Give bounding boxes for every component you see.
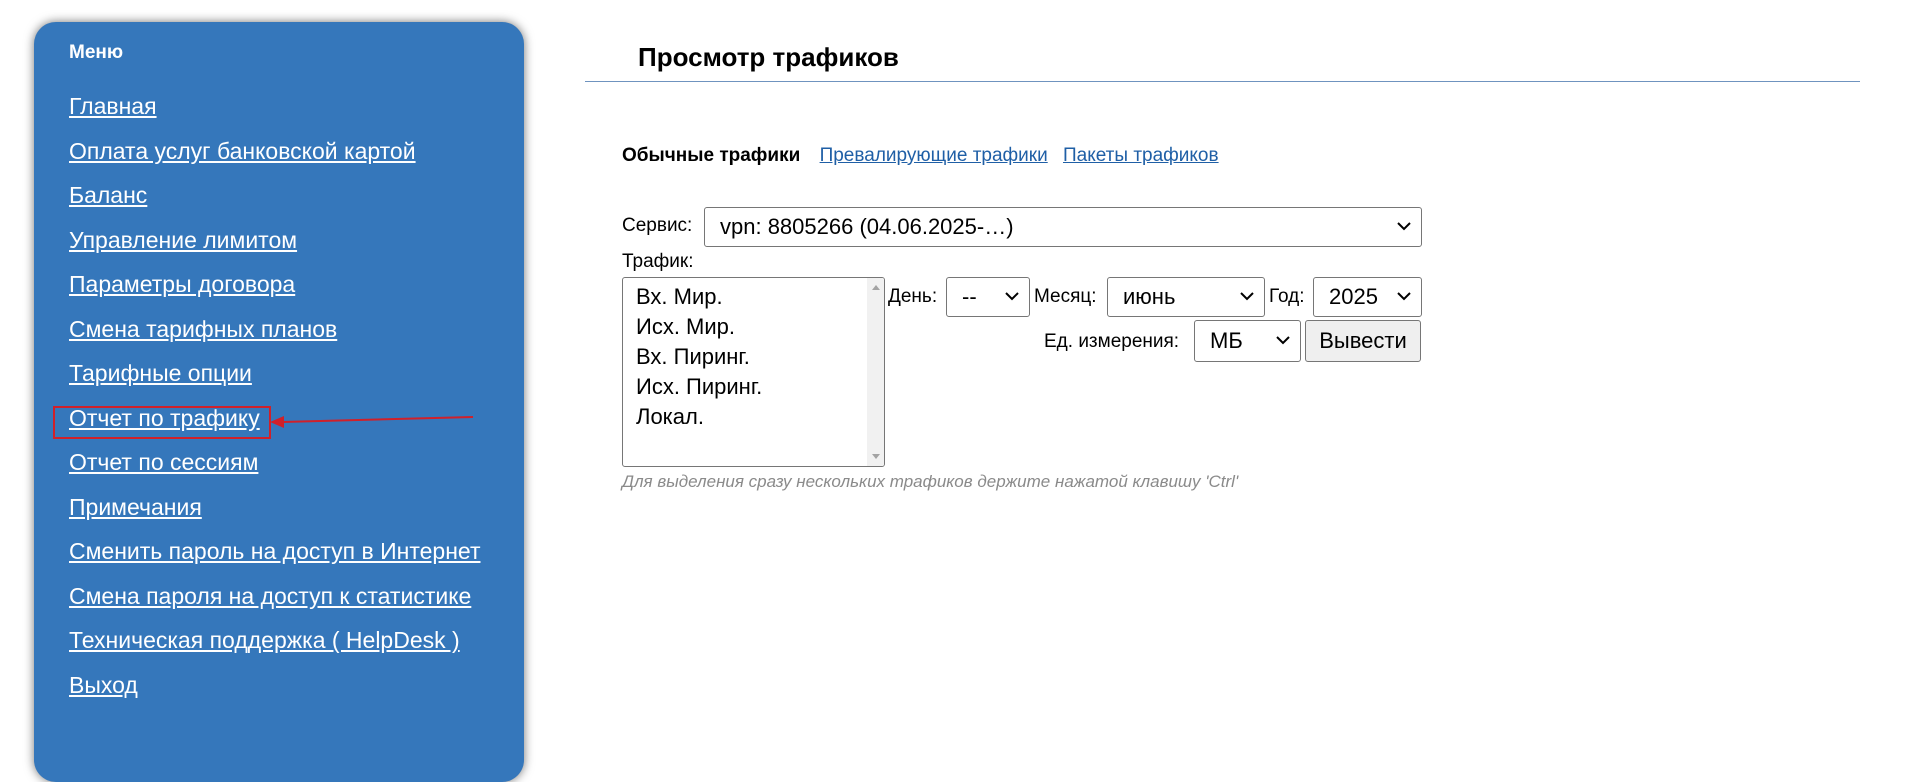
traffic-option[interactable]: Вх. Пиринг. [636, 342, 762, 372]
listbox-scrollbar[interactable] [867, 278, 884, 466]
traffic-option[interactable]: Локал. [636, 402, 762, 432]
chevron-down-icon [1397, 222, 1411, 231]
sidebar-item-balance[interactable]: Баланс [69, 182, 147, 208]
sidebar-item-internet-password[interactable]: Сменить пароль на доступ в Интернет [69, 538, 480, 564]
sidebar-item-card-payment[interactable]: Оплата услуг банковской картой [69, 138, 416, 164]
year-select-value: 2025 [1329, 284, 1378, 309]
traffic-option[interactable]: Исх. Пиринг. [636, 372, 762, 402]
year-select[interactable]: 2025 [1313, 277, 1422, 317]
sidebar-item-tariff-options[interactable]: Тарифные опции [69, 360, 252, 386]
sidebar-item-limit-management[interactable]: Управление лимитом [69, 227, 297, 253]
chevron-down-icon [1276, 336, 1290, 345]
sidebar-item-notes[interactable]: Примечания [69, 494, 202, 520]
multi-select-hint: Для выделения сразу нескольких трафиков … [622, 472, 1239, 491]
unit-label: Ед. измерения: [1044, 331, 1180, 352]
traffic-label: Трафик: [622, 251, 694, 272]
annotation-highlight-box [53, 406, 271, 439]
tab-regular-traffic: Обычные трафики [622, 145, 801, 166]
chevron-down-icon [1240, 292, 1254, 301]
sidebar-title: Меню [69, 42, 124, 63]
service-select[interactable]: vpn: 8805266 (04.06.2025-…) [704, 207, 1422, 247]
day-select[interactable]: -- [946, 277, 1030, 317]
unit-select-value: МБ [1210, 328, 1243, 353]
sidebar-menu: Меню Главная Оплата услуг банковской кар… [34, 22, 524, 782]
page-title: Просмотр трафиков [638, 42, 899, 72]
sidebar-item-stats-password[interactable]: Смена пароля на доступ к статистике [69, 583, 471, 609]
tab-traffic-packages[interactable]: Пакеты трафиков [1063, 145, 1219, 166]
submit-button[interactable]: Вывести [1305, 320, 1421, 362]
traffic-option[interactable]: Исх. Мир. [636, 312, 762, 342]
month-select-value: июнь [1123, 284, 1176, 309]
sidebar-item-session-report[interactable]: Отчет по сессиям [69, 449, 258, 475]
day-label: День: [888, 286, 938, 307]
day-select-value: -- [962, 284, 977, 309]
sidebar-item-tariff-change[interactable]: Смена тарифных планов [69, 316, 337, 342]
sidebar-item-contract-params[interactable]: Параметры договора [69, 271, 295, 297]
tab-prevailing-traffic[interactable]: Превалирующие трафики [820, 145, 1048, 166]
scroll-up-icon[interactable] [872, 285, 880, 290]
sidebar-menu-list: Главная Оплата услуг банковской картой Б… [69, 92, 480, 715]
year-label: Год: [1269, 286, 1305, 307]
chevron-down-icon [1397, 292, 1411, 301]
sidebar-item-helpdesk[interactable]: Техническая поддержка ( HelpDesk ) [69, 627, 460, 653]
month-select[interactable]: июнь [1107, 277, 1265, 317]
sidebar-item-logout[interactable]: Выход [69, 672, 138, 698]
scroll-down-icon[interactable] [872, 454, 880, 459]
service-label: Сервис: [622, 215, 693, 236]
month-label: Месяц: [1034, 286, 1097, 307]
traffic-listbox[interactable]: Вх. Мир. Исх. Мир. Вх. Пиринг. Исх. Пири… [622, 277, 885, 467]
service-select-value: vpn: 8805266 (04.06.2025-…) [720, 214, 1014, 239]
traffic-tabs: Обычные трафики Превалирующие трафики Па… [622, 145, 1229, 167]
unit-select[interactable]: МБ [1194, 320, 1301, 362]
traffic-option[interactable]: Вх. Мир. [636, 282, 762, 312]
sidebar-item-home[interactable]: Главная [69, 93, 157, 119]
traffic-options: Вх. Мир. Исх. Мир. Вх. Пиринг. Исх. Пири… [636, 282, 762, 432]
chevron-down-icon [1005, 292, 1019, 301]
arrow-left-icon [270, 416, 473, 428]
title-divider [585, 81, 1860, 82]
